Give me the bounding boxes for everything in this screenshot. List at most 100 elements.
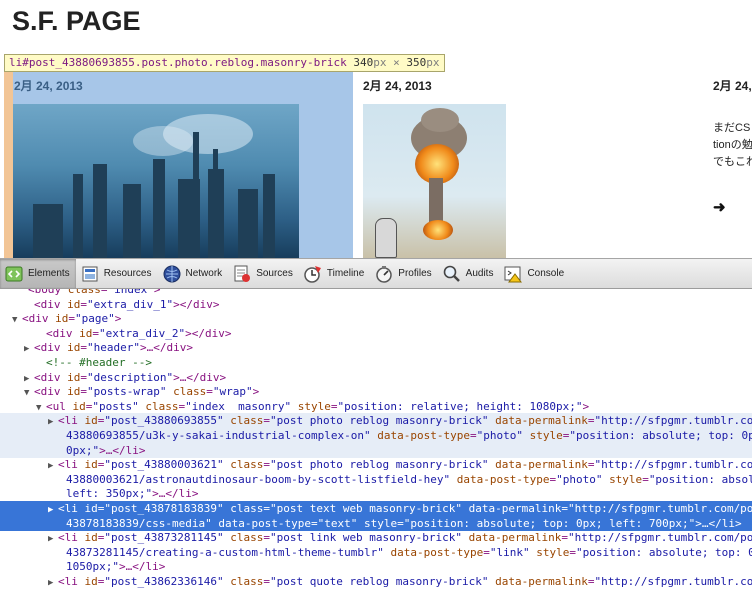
markup-token: >…</li> (152, 487, 199, 501)
markup-token: data-permalink (495, 458, 588, 472)
markup-token: "post_43873281145" (104, 531, 224, 545)
console-icon (503, 264, 523, 284)
dom-tree-node[interactable]: <div id="extra_div_1"></div> (0, 297, 752, 312)
markup-token: id (55, 312, 69, 326)
markup-token (384, 546, 391, 559)
tab-profiles[interactable]: Profiles (370, 259, 437, 288)
markup-token: >…</div> (139, 341, 193, 355)
markup-token: id (67, 297, 81, 311)
markup-token: = (80, 385, 87, 399)
dom-tree-node[interactable]: 43880003621/astronautdinosaur-boom-by-sc… (0, 472, 752, 487)
markup-token: "position: relative; height: 1080px;" (337, 399, 583, 413)
markup-token: "photo" (556, 472, 603, 486)
dom-tree-node[interactable]: ▼ <div id="page"> (0, 311, 752, 326)
tab-timeline[interactable]: Timeline (299, 259, 370, 288)
markup-token: >…</li> (99, 443, 146, 457)
dom-tree-node[interactable]: ▶ <li id="post_43878183839" class="post t… (0, 501, 752, 516)
markup-token: data-permalink (495, 414, 588, 428)
dom-tree-node[interactable]: ▼ <ul id="posts" class="index masonry" st… (0, 399, 752, 414)
markup-token: = (263, 458, 270, 472)
tab-elements[interactable]: Elements (0, 259, 76, 288)
tab-console[interactable]: Console (499, 259, 570, 288)
markup-token: "index masonry" (185, 399, 292, 413)
dom-tree-node[interactable]: 43873281145/creating-a-custom-html-theme… (0, 545, 752, 560)
markup-token (291, 400, 298, 413)
markup-token: 43873281145/creating-a-custom-html-theme… (66, 545, 384, 559)
markup-token: > (582, 399, 590, 413)
markup-token: "header" (87, 341, 140, 355)
markup-token: style (529, 429, 563, 442)
dom-tree-node[interactable]: 1050px;">…</li> (0, 559, 752, 574)
markup-token: ></div> (185, 326, 232, 340)
markup-token: class (67, 289, 101, 296)
tab-sources[interactable]: Sources (228, 259, 299, 288)
markup-token: "position: absolute; top: 0px; left: (569, 429, 752, 442)
markup-token: id (67, 341, 81, 355)
markup-token: "position: absolute; top: 0px; (648, 472, 752, 486)
markup-token: > (252, 385, 260, 399)
dom-tree-node[interactable]: ▼ <div id="posts-wrap" class="wrap"> (0, 384, 752, 399)
markup-token: "post text web masonry-brick" (269, 502, 463, 515)
dom-tree-node[interactable]: <!-- #header --> (0, 355, 752, 370)
markup-token: id (67, 370, 81, 384)
markup-token: = (263, 502, 270, 515)
read-more-arrow-icon[interactable]: ➜ (713, 198, 726, 216)
dom-tree-node[interactable]: 43880693855/u3k-y-sakai-industrial-compl… (0, 428, 752, 443)
site-title[interactable]: S.F. PAGE (12, 6, 141, 37)
elements-tree-panel[interactable]: <body class="index"> <div id="extra_div_1… (0, 289, 752, 594)
tab-resources[interactable]: Resources (76, 259, 158, 288)
markup-token: = (263, 575, 270, 588)
markup-token: <li (58, 414, 85, 428)
markup-token: id (79, 326, 93, 340)
markup-token: "position: absolute; top: 0px; left: 700… (403, 516, 696, 530)
tab-network[interactable]: Network (158, 259, 229, 288)
markup-token: 1050px;" (66, 560, 119, 574)
markup-token: id (72, 399, 86, 413)
markup-token: "http://sfpgmr.tumblr.com/post/ (568, 502, 752, 515)
markup-token: class (173, 385, 207, 399)
markup-token: <div (34, 297, 68, 311)
tooltip-width: 340 (353, 56, 374, 69)
nuclear-explosion-photo[interactable] (363, 104, 506, 258)
markup-token: class (230, 458, 264, 472)
dom-tree-node[interactable]: ▶ <div id="header">…</div> (0, 340, 752, 355)
markup-token: "index" (107, 289, 154, 296)
markup-token: > (114, 312, 122, 326)
dom-tree-node[interactable]: <div id="extra_div_2"></div> (0, 326, 752, 341)
markup-token: >…</li> (695, 516, 742, 530)
markup-token: = (68, 312, 75, 326)
markup-token (462, 531, 469, 544)
dom-tree-node[interactable]: left: 350px;">…</li> (0, 486, 752, 501)
markup-token: id (67, 385, 81, 399)
collapse-triangle-icon[interactable]: ▶ (48, 576, 58, 591)
markup-token: <li (58, 502, 85, 515)
markup-token: ></div> (173, 297, 220, 311)
markup-token (462, 502, 469, 515)
markup-token: = (80, 370, 87, 384)
dom-tree-node[interactable]: ▶ <li id="post_43880693855" class="post p… (0, 413, 752, 429)
markup-token: <div (34, 341, 68, 355)
dom-tree-node[interactable]: ▶ <li id="post_43873281145" class="post l… (0, 530, 752, 545)
profiles-icon (374, 264, 394, 284)
dom-tree-node[interactable]: 0px;">…</li> (0, 442, 752, 458)
dom-tree-node[interactable]: ▶ <div id="description">…</div> (0, 370, 752, 385)
markup-token: data-permalink (468, 531, 562, 545)
markup-token: <li (58, 531, 85, 545)
tab-audits[interactable]: Audits (438, 259, 500, 288)
markup-token: = (561, 531, 568, 545)
markup-token (450, 473, 457, 486)
markup-token: = (311, 516, 318, 530)
markup-token: = (569, 545, 576, 559)
markup-token: data-post-type (218, 516, 312, 530)
markup-token: "photo" (476, 429, 523, 442)
dom-tree-node[interactable]: ▶ <li id="post_43880003621" class="post p… (0, 457, 752, 472)
element-highlight-margin (4, 72, 13, 258)
dom-tree-node[interactable]: ▶ <li id="post_43862336146" class="post q… (0, 574, 752, 589)
dom-tree-node[interactable]: 43878183839/css-media" data-post-type="t… (0, 515, 752, 531)
markup-token: = (206, 385, 213, 399)
markup-token: 43880003621/astronautdinosaur-boom-by-sc… (66, 472, 451, 486)
markup-token: data-permalink (495, 575, 588, 588)
industrial-complex-photo[interactable] (13, 104, 299, 258)
markup-token: "post_43880003621" (104, 458, 224, 472)
markup-token: "extra_div_1" (87, 297, 174, 311)
